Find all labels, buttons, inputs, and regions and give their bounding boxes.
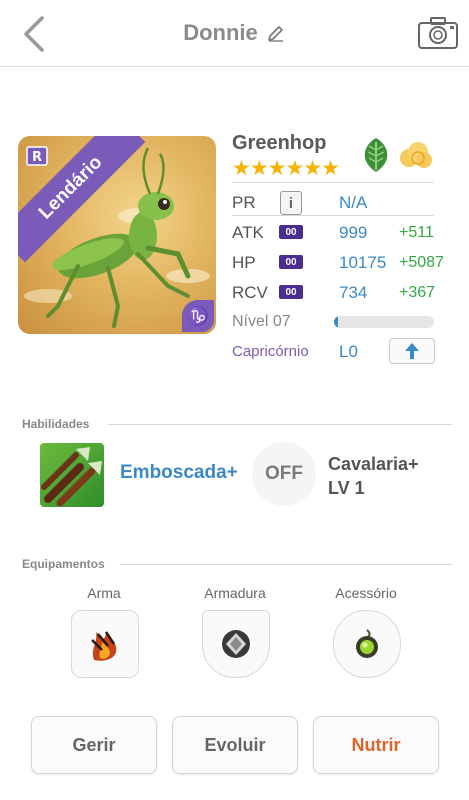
divider	[232, 182, 434, 183]
rcv-label: RCV	[232, 283, 268, 302]
equipment-section-title: Equipamentos	[22, 557, 105, 571]
flame-claw-icon	[91, 631, 117, 661]
divider	[120, 564, 452, 565]
rcv-plus-badge: 00	[279, 285, 303, 299]
rcv-value: 734	[339, 283, 368, 302]
ambush-skill-icon[interactable]	[40, 443, 104, 507]
armor-label: Armadura	[204, 585, 266, 601]
pencil-icon[interactable]	[266, 23, 286, 43]
monster-portrait[interactable]: Lendário R ♑	[18, 136, 216, 334]
cavalry-skill-off-icon[interactable]: OFF	[252, 442, 316, 506]
atk-plus-badge: 00	[279, 225, 303, 239]
zodiac-upgrade-button[interactable]	[389, 338, 435, 364]
chevron-left-icon[interactable]	[18, 14, 52, 54]
accessory-label: Acessório	[335, 585, 397, 601]
atk-value: 999	[339, 223, 368, 242]
armor-slot[interactable]	[202, 610, 270, 678]
title-group: Donnie	[0, 0, 469, 66]
top-bar: Donnie	[0, 0, 469, 67]
weapon-label: Arma	[87, 585, 121, 601]
claw-arrows-icon	[41, 447, 102, 507]
manage-button[interactable]: Gerir	[31, 716, 157, 774]
hp-plus-badge: 00	[279, 255, 303, 269]
rarity-r-icon: R	[26, 146, 48, 166]
pr-value: N/A	[339, 193, 368, 212]
level-progress-bar	[334, 316, 434, 328]
level-progress-fill	[334, 316, 338, 328]
evolve-button[interactable]: Evoluir	[172, 716, 298, 774]
skill-2-level: LV 1	[328, 478, 365, 498]
atk-label: ATK	[232, 223, 264, 242]
star-rating: ★★★★★★	[232, 157, 340, 180]
hp-value: 10175	[339, 253, 387, 272]
green-orb-icon	[356, 629, 378, 658]
pr-label: PR	[232, 193, 256, 212]
level-label: Nível 07	[232, 313, 291, 330]
skills-section-title: Habilidades	[22, 417, 90, 431]
skill-2-name: Cavalaria+	[328, 454, 419, 474]
feed-button[interactable]: Nutrir	[313, 716, 439, 774]
atk-bonus: +511	[399, 224, 434, 241]
capricorn-icon: ♑	[182, 300, 214, 332]
diamond-shield-icon	[222, 630, 250, 658]
page-title: Donnie	[183, 20, 258, 45]
hp-label: HP	[232, 253, 256, 272]
off-label: OFF	[265, 463, 303, 484]
monster-name: Greenhop	[232, 132, 327, 154]
hp-bonus: +5087	[399, 254, 444, 271]
skill-1-name[interactable]: Emboscada+	[120, 462, 238, 484]
info-icon[interactable]: i	[280, 191, 302, 215]
weapon-slot[interactable]	[71, 610, 139, 678]
cloud-icon	[400, 142, 432, 168]
accessory-slot[interactable]	[333, 610, 401, 678]
zodiac-level: L0	[339, 342, 358, 361]
camera-icon[interactable]	[417, 16, 459, 50]
leaf-icon	[364, 138, 388, 172]
divider	[108, 424, 452, 425]
divider	[232, 215, 434, 216]
zodiac-label: Capricórnio	[232, 343, 309, 360]
arrow-up-icon	[405, 343, 419, 359]
rcv-bonus: +367	[399, 284, 436, 301]
svg-text:R: R	[32, 150, 42, 165]
